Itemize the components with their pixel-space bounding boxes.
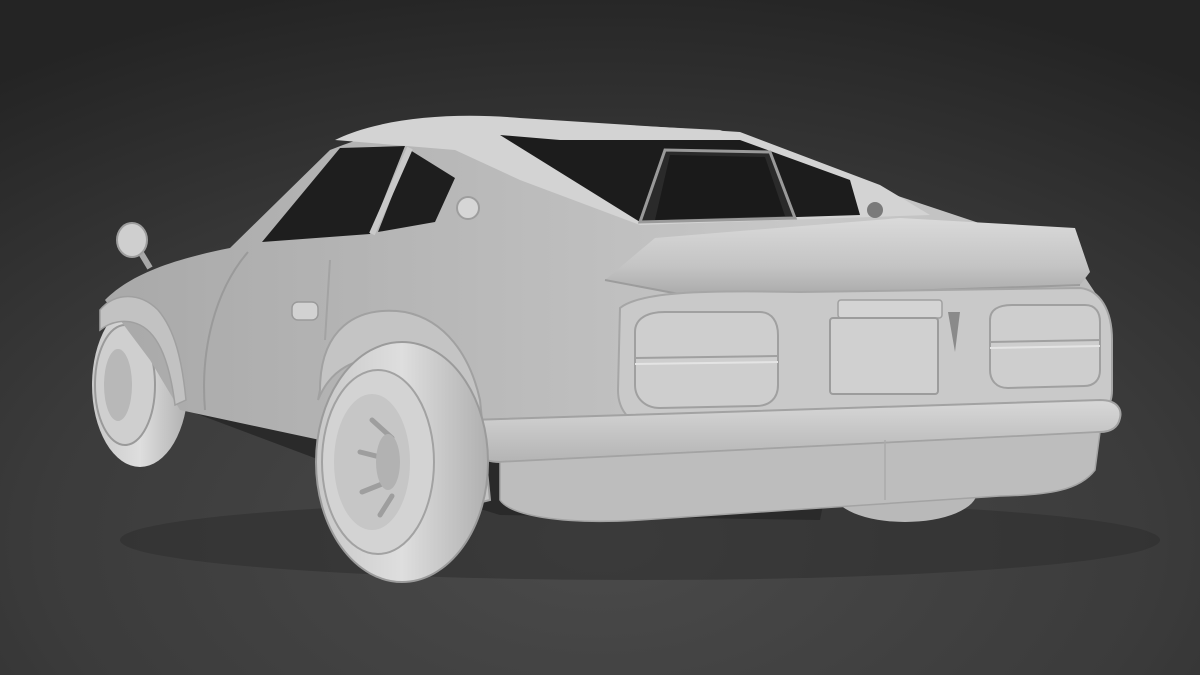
car-render-canvas xyxy=(0,0,1200,675)
fuel-cap xyxy=(456,196,480,220)
interior-detail xyxy=(867,202,883,218)
render-viewport xyxy=(0,0,1200,675)
right-tail-light xyxy=(989,304,1101,390)
left-tail-light xyxy=(634,311,779,410)
license-plate xyxy=(829,317,939,395)
rear-left-wheel xyxy=(315,341,489,583)
license-plate-light xyxy=(837,299,943,319)
door-handle xyxy=(291,301,319,321)
rear-glass-inner xyxy=(655,155,785,220)
